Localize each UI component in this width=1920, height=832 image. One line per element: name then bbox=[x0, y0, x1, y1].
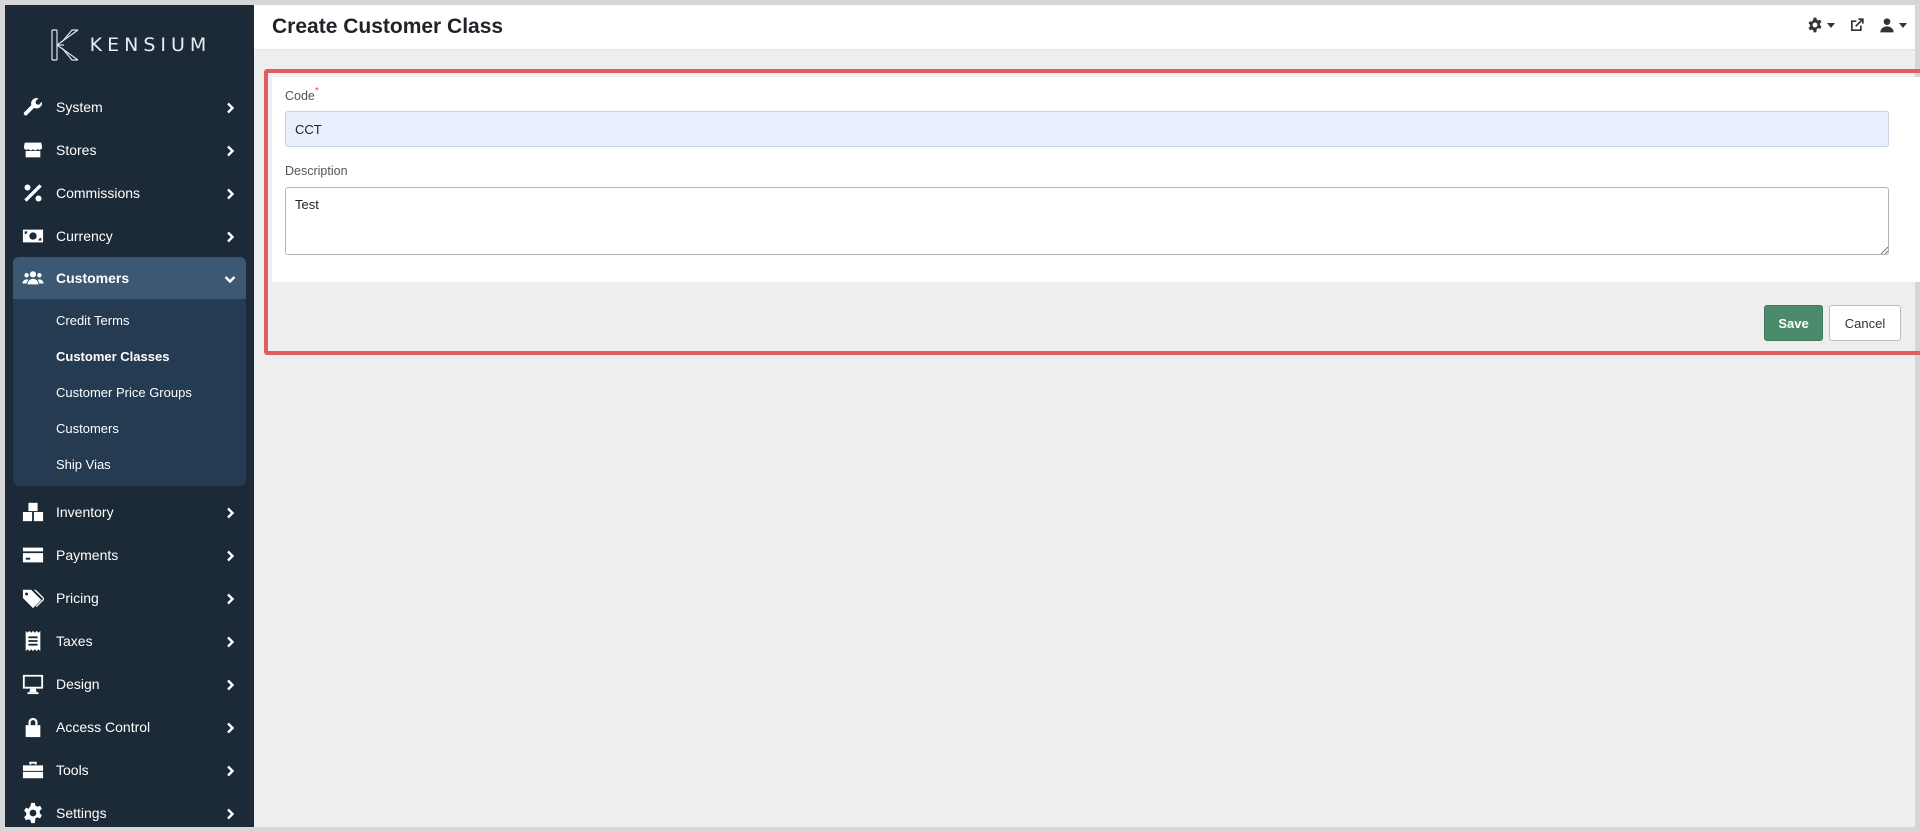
sidebar-item-access-control[interactable]: Access Control bbox=[5, 705, 254, 748]
resize-handle-icon[interactable] bbox=[1879, 245, 1889, 255]
chevron-right-icon bbox=[224, 807, 236, 819]
receipt-icon bbox=[21, 630, 45, 652]
code-input[interactable] bbox=[285, 111, 1889, 147]
sidebar: KENSIUM System Stores Commissions Curren… bbox=[5, 5, 254, 827]
external-link-icon bbox=[1851, 18, 1864, 31]
gear-icon bbox=[21, 802, 45, 824]
sidebar-item-payments[interactable]: Payments bbox=[5, 533, 254, 576]
chevron-right-icon bbox=[224, 230, 236, 242]
sidebar-item-taxes[interactable]: Taxes bbox=[5, 619, 254, 662]
money-icon bbox=[21, 225, 45, 247]
tags-icon bbox=[21, 587, 45, 609]
code-label-text: Code bbox=[285, 89, 315, 103]
required-marker: * bbox=[314, 86, 319, 97]
lock-icon bbox=[21, 716, 45, 738]
sidebar-item-inventory[interactable]: Inventory bbox=[5, 490, 254, 533]
credit-card-icon bbox=[21, 544, 45, 566]
page-title: Create Customer Class bbox=[272, 15, 504, 38]
sidebar-nav-lower: Inventory Payments Pricing Taxes Design … bbox=[5, 490, 254, 832]
submenu-item-credit-terms[interactable]: Credit Terms bbox=[13, 302, 246, 338]
sidebar-item-label: Stores bbox=[56, 141, 97, 158]
caret-down-icon bbox=[1899, 22, 1907, 28]
brand-name: KENSIUM bbox=[89, 34, 212, 56]
app-window: KENSIUM System Stores Commissions Curren… bbox=[5, 5, 1920, 827]
sidebar-item-pricing[interactable]: Pricing bbox=[5, 576, 254, 619]
percent-icon bbox=[21, 182, 45, 204]
chevron-right-icon bbox=[224, 144, 236, 156]
code-label: Code* bbox=[285, 86, 319, 103]
chevron-right-icon bbox=[224, 592, 236, 604]
sidebar-item-label: Taxes bbox=[56, 632, 93, 649]
sidebar-item-label: System bbox=[56, 98, 103, 115]
toolbox-icon bbox=[21, 759, 45, 781]
submenu-item-customer-price-groups[interactable]: Customer Price Groups bbox=[13, 374, 246, 410]
caret-down-icon bbox=[1827, 22, 1835, 28]
users-icon bbox=[21, 267, 45, 289]
sidebar-item-settings[interactable]: Settings bbox=[5, 791, 254, 832]
submenu-item-customer-classes[interactable]: Customer Classes bbox=[13, 338, 246, 374]
sidebar-item-system[interactable]: System bbox=[5, 85, 254, 128]
sidebar-item-stores[interactable]: Stores bbox=[5, 128, 254, 171]
sidebar-item-label: Customers bbox=[56, 270, 130, 286]
description-label: Description bbox=[285, 164, 348, 178]
sidebar-item-label: Currency bbox=[56, 227, 113, 244]
sidebar-item-design[interactable]: Design bbox=[5, 662, 254, 705]
sidebar-item-label: Design bbox=[56, 675, 100, 692]
sidebar-item-commissions[interactable]: Commissions bbox=[5, 171, 254, 214]
store-icon bbox=[21, 139, 45, 161]
wrench-icon bbox=[21, 96, 45, 118]
chevron-right-icon bbox=[224, 506, 236, 518]
chevron-right-icon bbox=[224, 764, 236, 776]
sidebar-nav: System Stores Commissions Currency Custo… bbox=[5, 85, 254, 299]
sidebar-item-label: Pricing bbox=[56, 589, 99, 606]
sidebar-item-label: Inventory bbox=[56, 503, 114, 520]
page-header: Create Customer Class bbox=[254, 5, 1915, 50]
boxes-icon bbox=[21, 501, 45, 523]
theme-menu-button[interactable] bbox=[1807, 17, 1835, 33]
cancel-button[interactable]: Cancel bbox=[1829, 305, 1901, 341]
sidebar-item-label: Settings bbox=[56, 804, 107, 821]
customers-submenu: Credit Terms Customer Classes Customer P… bbox=[13, 299, 246, 486]
chevron-right-icon bbox=[224, 721, 236, 733]
customer-class-form: Code* Description Test bbox=[272, 77, 1920, 282]
open-external-button[interactable] bbox=[1849, 17, 1865, 33]
chevron-right-icon bbox=[224, 549, 236, 561]
submenu-item-customers[interactable]: Customers bbox=[13, 410, 246, 446]
brand-logo[interactable]: KENSIUM bbox=[5, 5, 254, 85]
chevron-right-icon bbox=[224, 678, 236, 690]
user-icon bbox=[1880, 18, 1894, 33]
chevron-down-icon bbox=[224, 272, 236, 284]
sidebar-item-tools[interactable]: Tools bbox=[5, 748, 254, 791]
sidebar-item-currency[interactable]: Currency bbox=[5, 214, 254, 257]
desktop-icon bbox=[21, 673, 45, 695]
chevron-right-icon bbox=[224, 187, 236, 199]
sun-gear-icon bbox=[1808, 17, 1822, 33]
description-textarea[interactable]: Test bbox=[285, 187, 1889, 255]
chevron-right-icon bbox=[224, 101, 236, 113]
main-content: Create Customer Class Code* CCT Descript… bbox=[254, 5, 1920, 827]
sidebar-item-label: Commissions bbox=[56, 184, 141, 201]
header-actions bbox=[1807, 17, 1907, 33]
kensium-logo-icon bbox=[51, 29, 79, 61]
sidebar-item-customers[interactable]: Customers bbox=[13, 257, 246, 299]
submenu-item-ship-vias[interactable]: Ship Vias bbox=[13, 446, 246, 482]
sidebar-item-label: Access Control bbox=[56, 718, 151, 735]
sidebar-item-label: Payments bbox=[56, 546, 119, 563]
user-menu-button[interactable] bbox=[1879, 17, 1907, 33]
chevron-right-icon bbox=[224, 635, 236, 647]
save-button[interactable]: Save bbox=[1764, 305, 1823, 341]
sidebar-item-label: Tools bbox=[56, 761, 89, 778]
